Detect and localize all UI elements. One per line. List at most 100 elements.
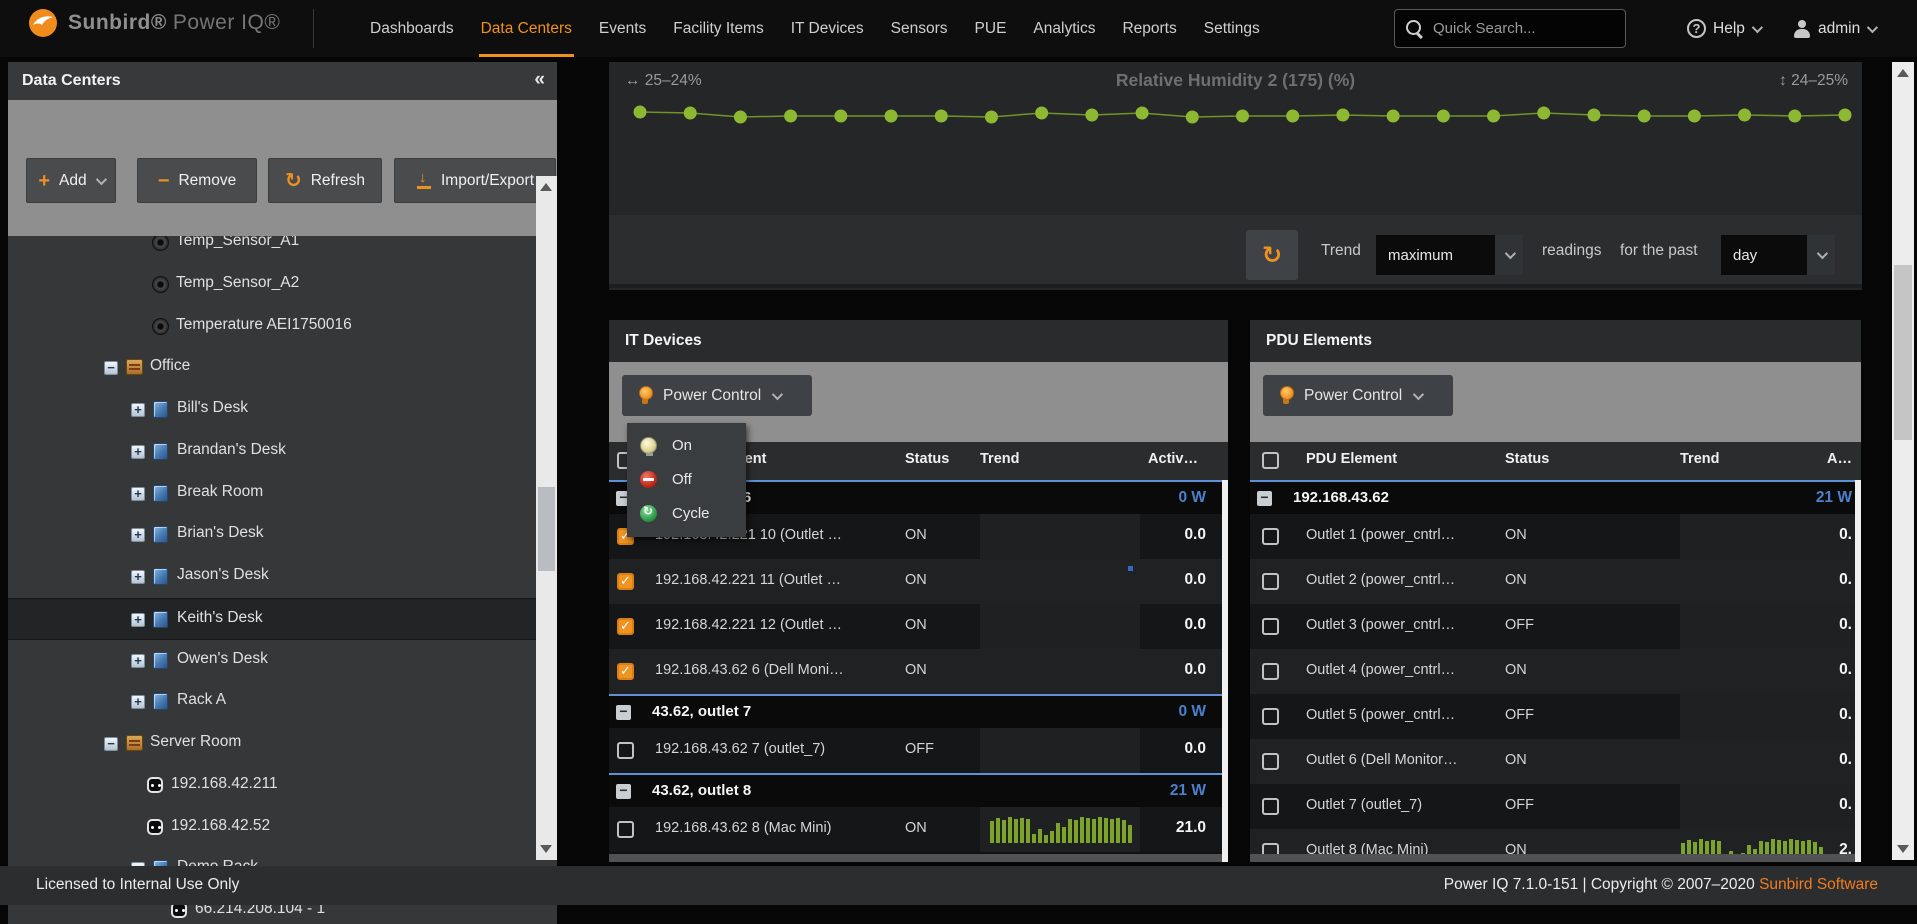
table-row[interactable]: Outlet 2 (power_cntrl…ON0. (1250, 559, 1861, 604)
table-row[interactable]: Outlet 7 (outlet_7)OFF0. (1250, 784, 1861, 829)
tree-item-192-168-42-52[interactable]: 192.168.42.52 (8, 807, 536, 849)
nav-item-it-devices[interactable]: IT Devices (791, 0, 864, 57)
expand-plus-icon[interactable]: + (131, 613, 145, 627)
table-row[interactable]: Outlet 5 (power_cntrl…OFF0. (1250, 694, 1861, 739)
table-row[interactable]: 192.168.43.62 8 (Mac Mini)ON21.0 (609, 807, 1228, 852)
refresh-chart-button[interactable]: ↻ (1246, 230, 1298, 280)
table-row[interactable]: Outlet 1 (power_cntrl…ON0. (1250, 514, 1861, 559)
nav-item-pue[interactable]: PUE (975, 0, 1007, 57)
tree-item-office[interactable]: −Office (8, 347, 536, 389)
row-checkbox[interactable] (1262, 528, 1279, 545)
expand-plus-icon[interactable]: + (131, 654, 145, 668)
collapse-minus-icon[interactable]: − (104, 361, 118, 375)
row-checkbox-checked[interactable] (617, 618, 634, 635)
sidebar-scroll-thumb[interactable] (538, 487, 555, 571)
page-scrollbar[interactable] (1892, 62, 1914, 860)
pdu-vertical-scrollbar[interactable] (1855, 480, 1861, 862)
tree-item-bill-s-desk[interactable]: +Bill's Desk (8, 389, 536, 431)
select-all-checkbox[interactable] (1262, 452, 1279, 469)
nav-item-data-centers[interactable]: Data Centers (481, 0, 572, 57)
power-control-button[interactable]: Power Control (622, 375, 812, 416)
it-horizontal-scrollbar[interactable] (609, 854, 1222, 862)
help-menu[interactable]: ? Help (1687, 0, 1760, 57)
expand-plus-icon[interactable]: + (131, 695, 145, 709)
scroll-down-icon[interactable] (1897, 845, 1909, 853)
menu-item-on[interactable]: On (627, 428, 746, 462)
tree-item-brandan-s-desk[interactable]: +Brandan's Desk (8, 431, 536, 473)
row-checkbox[interactable] (1262, 663, 1279, 680)
it-vertical-scrollbar[interactable] (1222, 480, 1228, 862)
expand-plus-icon[interactable]: + (131, 570, 145, 584)
element-name: 192.168.43.62 7 (outlet_7) (655, 741, 825, 757)
tree-item-rack-a[interactable]: +Rack A (8, 681, 536, 723)
nav-item-settings[interactable]: Settings (1204, 0, 1260, 57)
sidebar-scrollbar[interactable] (536, 176, 557, 860)
refresh-button[interactable]: ↻Refresh (268, 158, 382, 203)
menu-item-off[interactable]: Off (627, 462, 746, 496)
row-checkbox[interactable] (617, 742, 634, 759)
expand-plus-icon[interactable]: + (131, 445, 145, 459)
aggregation-select[interactable]: maximum (1376, 235, 1523, 275)
tree-item-keith-s-desk[interactable]: +Keith's Desk (8, 598, 536, 640)
power-control-button[interactable]: Power Control (1263, 375, 1453, 416)
table-row[interactable]: 192.168.42.221 12 (Outlet …ON0.0 (609, 604, 1228, 649)
nav-item-events[interactable]: Events (599, 0, 646, 57)
tree-item-server-room[interactable]: −Server Room (8, 723, 536, 765)
nav-item-dashboards[interactable]: Dashboards (370, 0, 454, 57)
tree-item-temp-sensor-a1[interactable]: Temp_Sensor_A1 (8, 236, 536, 264)
row-checkbox[interactable] (617, 821, 634, 838)
add-button[interactable]: +Add (26, 158, 116, 203)
search-input[interactable] (1433, 20, 1613, 37)
vendor-link[interactable]: Sunbird Software (1759, 876, 1878, 893)
menu-item-cycle[interactable]: Cycle (627, 496, 746, 530)
expand-plus-icon[interactable]: + (131, 403, 145, 417)
remove-button[interactable]: −Remove (137, 158, 257, 203)
collapse-minus-icon[interactable]: − (616, 705, 631, 720)
page-scroll-thumb[interactable] (1894, 265, 1912, 440)
tree-item-brian-s-desk[interactable]: +Brian's Desk (8, 514, 536, 556)
group-row[interactable]: −192.168.43.6221 W (1250, 480, 1861, 514)
table-row[interactable]: Outlet 3 (power_cntrl…OFF0. (1250, 604, 1861, 649)
table-row[interactable]: 192.168.43.62 7 (outlet_7)OFF0.0 (609, 728, 1228, 773)
row-checkbox-checked[interactable] (617, 663, 634, 680)
import-export-button[interactable]: Import/Export (394, 158, 556, 203)
row-checkbox[interactable] (1262, 708, 1279, 725)
scroll-down-icon[interactable] (540, 845, 552, 853)
nav-item-facility-items[interactable]: Facility Items (673, 0, 763, 57)
it-devices-panel: IT Devices Power Control ElementStatusTr… (609, 320, 1228, 862)
collapse-minus-icon[interactable]: − (616, 784, 631, 799)
nav-item-reports[interactable]: Reports (1122, 0, 1176, 57)
tree-item-temp-sensor-a2[interactable]: Temp_Sensor_A2 (8, 264, 536, 306)
scroll-up-icon[interactable] (1897, 69, 1909, 77)
group-row[interactable]: −43.62, outlet 821 W (609, 773, 1228, 807)
row-checkbox[interactable] (1262, 618, 1279, 635)
collapse-minus-icon[interactable]: − (1257, 491, 1272, 506)
collapse-sidebar-icon[interactable]: « (534, 69, 545, 91)
location-icon (126, 735, 143, 751)
row-checkbox[interactable] (1262, 798, 1279, 815)
row-checkbox[interactable] (1262, 753, 1279, 770)
scroll-up-icon[interactable] (540, 183, 552, 191)
collapse-minus-icon[interactable]: − (104, 737, 118, 751)
row-checkbox-checked[interactable] (617, 573, 634, 590)
tree-item-break-room[interactable]: +Break Room (8, 473, 536, 515)
nav-item-analytics[interactable]: Analytics (1033, 0, 1095, 57)
table-row[interactable]: 192.168.43.62 6 (Dell Moni…ON0.0 (609, 649, 1228, 694)
table-row[interactable]: Outlet 6 (Dell Monitor…ON0. (1250, 739, 1861, 784)
period-select[interactable]: day (1721, 235, 1835, 275)
table-row[interactable]: Outlet 4 (power_cntrl…ON0. (1250, 649, 1861, 694)
user-menu[interactable]: admin (1793, 0, 1875, 57)
tree-item-owen-s-desk[interactable]: +Owen's Desk (8, 640, 536, 682)
tree-item-jason-s-desk[interactable]: +Jason's Desk (8, 556, 536, 598)
group-row[interactable]: −43.62, outlet 70 W (609, 694, 1228, 728)
row-checkbox[interactable] (1262, 573, 1279, 590)
nav-item-sensors[interactable]: Sensors (891, 0, 948, 57)
tree-item-192-168-42-211[interactable]: 192.168.42.211 (8, 765, 536, 807)
sensor-icon (152, 318, 169, 335)
expand-plus-icon[interactable]: + (131, 487, 145, 501)
pdu-horizontal-scrollbar[interactable] (1250, 854, 1855, 862)
tree-item-temperature-aei1750016[interactable]: Temperature AEI1750016 (8, 306, 536, 348)
expand-plus-icon[interactable]: + (131, 528, 145, 542)
table-row[interactable]: 192.168.42.221 11 (Outlet …ON0.0 (609, 559, 1228, 604)
quick-search[interactable] (1394, 9, 1626, 48)
